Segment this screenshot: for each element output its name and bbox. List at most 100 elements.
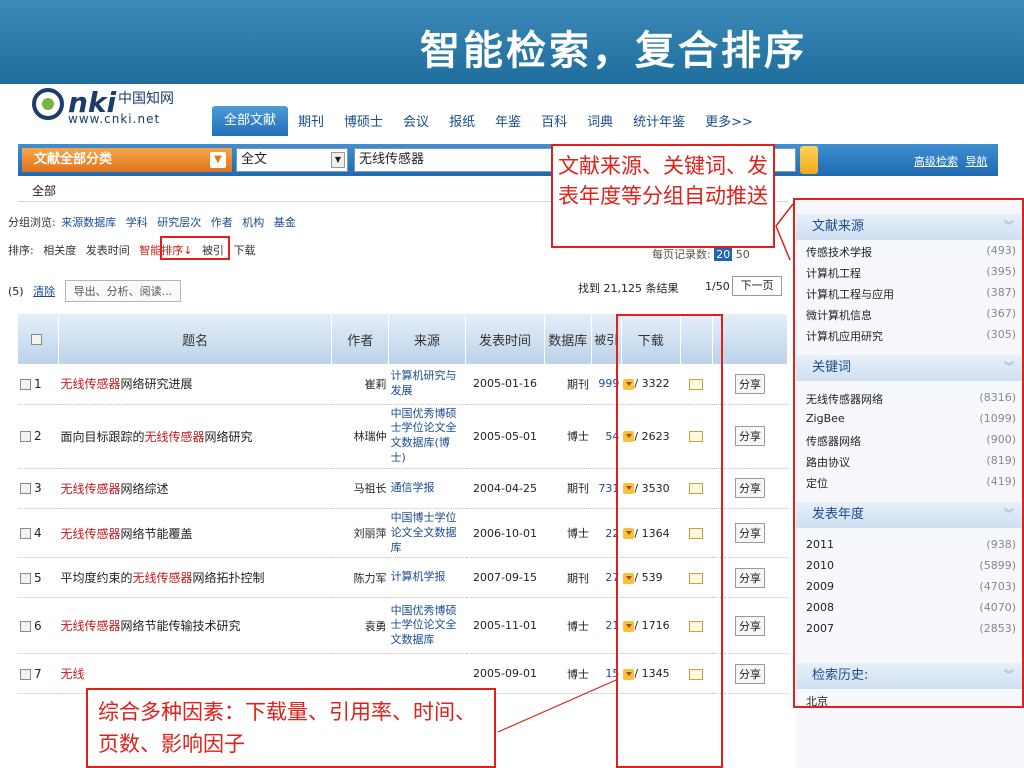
select-all-checkbox[interactable] (31, 333, 42, 345)
title-suffix: 网络研究 (204, 429, 253, 444)
category-select[interactable]: 文献全部分类 ▼ (22, 148, 232, 172)
row-checkbox[interactable] (20, 668, 31, 680)
result-date: 2004-04-25 (465, 468, 545, 509)
row-number: 6 (34, 618, 42, 633)
header-source[interactable]: 来源 (388, 314, 466, 364)
row-checkbox[interactable] (20, 572, 31, 584)
tab-all-literature[interactable]: 全部文献 (212, 106, 289, 136)
per-page: 每页记录数: 20 50 (652, 246, 750, 262)
result-author[interactable]: 刘丽萍 (331, 508, 389, 559)
result-database: 博士 (544, 653, 592, 695)
share-cell: 分享 (712, 557, 788, 599)
per-page-50[interactable]: 50 (736, 248, 750, 261)
cnki-logo-icon (32, 88, 64, 120)
share-cell: 分享 (712, 364, 788, 405)
result-source[interactable]: 中国博士学位论文全文数据库 (388, 508, 466, 559)
group-source-db[interactable]: 来源数据库 (61, 216, 116, 229)
row-checkbox[interactable] (20, 620, 31, 632)
result-source[interactable]: 中国优秀博硕士学位论文全文数据库 (388, 597, 466, 655)
clear-button[interactable]: 清除 (33, 285, 55, 298)
tab-conferences[interactable]: 会议 (393, 110, 439, 136)
title-keyword: 无线传感器 (144, 429, 205, 444)
group-author[interactable]: 作者 (211, 216, 233, 229)
result-title[interactable]: 无线传感器网络节能覆盖 (58, 508, 332, 559)
title-keyword: 无线传感器 (60, 526, 121, 541)
next-page-button[interactable]: 下一页 (732, 276, 782, 296)
tab-dictionary[interactable]: 词典 (577, 110, 623, 136)
facets-annotation: 文献来源、关键词、发表年度等分组自动推送 (551, 144, 775, 248)
tab-stat-yearbook[interactable]: 统计年鉴 (623, 110, 695, 136)
result-source[interactable]: 中国优秀博硕士学位论文全文数据库(博士) (388, 404, 466, 469)
select-all-header[interactable] (18, 314, 59, 364)
result-database: 博士 (544, 404, 592, 469)
group-institution[interactable]: 机构 (242, 216, 264, 229)
result-author[interactable]: 崔莉 (331, 364, 389, 405)
share-button[interactable]: 分享 (735, 567, 765, 588)
result-title[interactable]: 无线传感器网络研究进展 (58, 364, 332, 405)
row-checkbox[interactable] (20, 378, 31, 390)
share-button[interactable]: 分享 (735, 615, 765, 636)
row-checkbox[interactable] (20, 431, 31, 443)
tab-encyclopedia[interactable]: 百科 (531, 110, 577, 136)
result-author[interactable]: 林瑞仲 (331, 404, 389, 469)
selected-count: (5) (8, 285, 24, 298)
result-author[interactable]: 马祖长 (331, 468, 389, 509)
tab-journals[interactable]: 期刊 (288, 110, 334, 136)
logo-chinese: 中国知网 (118, 91, 174, 107)
result-date: 2005-01-16 (465, 364, 545, 405)
title-keyword: 无线 (60, 667, 85, 682)
share-button[interactable]: 分享 (735, 478, 765, 499)
scope-all[interactable]: 全部 (32, 184, 56, 198)
group-level[interactable]: 研究层次 (157, 216, 201, 229)
result-author[interactable]: 袁勇 (331, 597, 389, 655)
tab-theses[interactable]: 博硕士 (334, 110, 393, 136)
cnki-logo[interactable]: nki 中国知网 www.cnki.net (32, 86, 202, 130)
result-source[interactable]: 计算机学报 (388, 557, 466, 599)
result-source[interactable]: 通信学报 (388, 468, 466, 509)
row-checkbox[interactable] (20, 528, 31, 540)
header-title[interactable]: 题名 (58, 314, 333, 364)
title-keyword: 无线传感器 (60, 377, 121, 392)
row-number: 3 (34, 481, 42, 496)
field-select[interactable]: 全文 ▼ (236, 148, 348, 172)
header-database[interactable]: 数据库 (544, 314, 592, 364)
sort-relevance[interactable]: 相关度 (43, 244, 76, 257)
ranking-annotation: 综合多种因素：下载量、引用率、时间、页数、影响因子 (86, 688, 496, 768)
share-button[interactable]: 分享 (735, 523, 765, 544)
search-button[interactable] (800, 146, 818, 174)
sort-downloads[interactable]: 下载 (233, 244, 255, 257)
result-source[interactable]: 计算机研究与发展 (388, 364, 466, 405)
tab-more[interactable]: 更多>> (695, 110, 763, 136)
smart-sort-highlight-box (160, 236, 230, 260)
header-date[interactable]: 发表时间 (465, 314, 545, 364)
share-button[interactable]: 分享 (735, 373, 765, 394)
tab-yearbooks[interactable]: 年鉴 (485, 110, 531, 136)
tab-newspapers[interactable]: 报纸 (439, 110, 485, 136)
title-suffix: 网络节能传输技术研究 (120, 619, 241, 634)
share-button[interactable]: 分享 (735, 426, 765, 447)
result-title[interactable]: 无线传感器网络节能传输技术研究 (58, 597, 332, 655)
per-page-20[interactable]: 20 (714, 248, 733, 261)
result-title[interactable]: 无线传感器网络综述 (58, 468, 332, 509)
result-title[interactable]: 平均度约束的无线传感器网络拓扑控制 (58, 557, 332, 599)
per-page-label: 每页记录数: (652, 248, 711, 261)
title-suffix: 网络拓扑控制 (192, 571, 265, 586)
result-date: 2005-11-01 (465, 597, 545, 655)
share-button[interactable]: 分享 (735, 663, 765, 684)
group-fund[interactable]: 基金 (274, 216, 296, 229)
result-author[interactable]: 陈力军 (331, 557, 389, 599)
row-checkbox[interactable] (20, 483, 31, 495)
advanced-search-link[interactable]: 高级检索 (914, 155, 958, 168)
sort-date[interactable]: 发表时间 (86, 244, 130, 257)
chevron-down-icon: ▼ (210, 152, 226, 168)
title-suffix: 网络研究进展 (120, 377, 193, 392)
result-date: 2007-09-15 (465, 557, 545, 599)
group-subject[interactable]: 学科 (126, 216, 148, 229)
row-number: 7 (34, 666, 42, 681)
header-author[interactable]: 作者 (331, 314, 390, 364)
result-title[interactable]: 面向目标跟踪的无线传感器网络研究 (58, 404, 332, 469)
navigation-link[interactable]: 导航 (966, 155, 988, 168)
export-button[interactable]: 导出、分析、阅读... (64, 280, 182, 302)
grouping-row: 分组浏览: 来源数据库 学科 研究层次 作者 机构 基金 (8, 214, 302, 230)
facets-highlight-box (793, 198, 1024, 708)
